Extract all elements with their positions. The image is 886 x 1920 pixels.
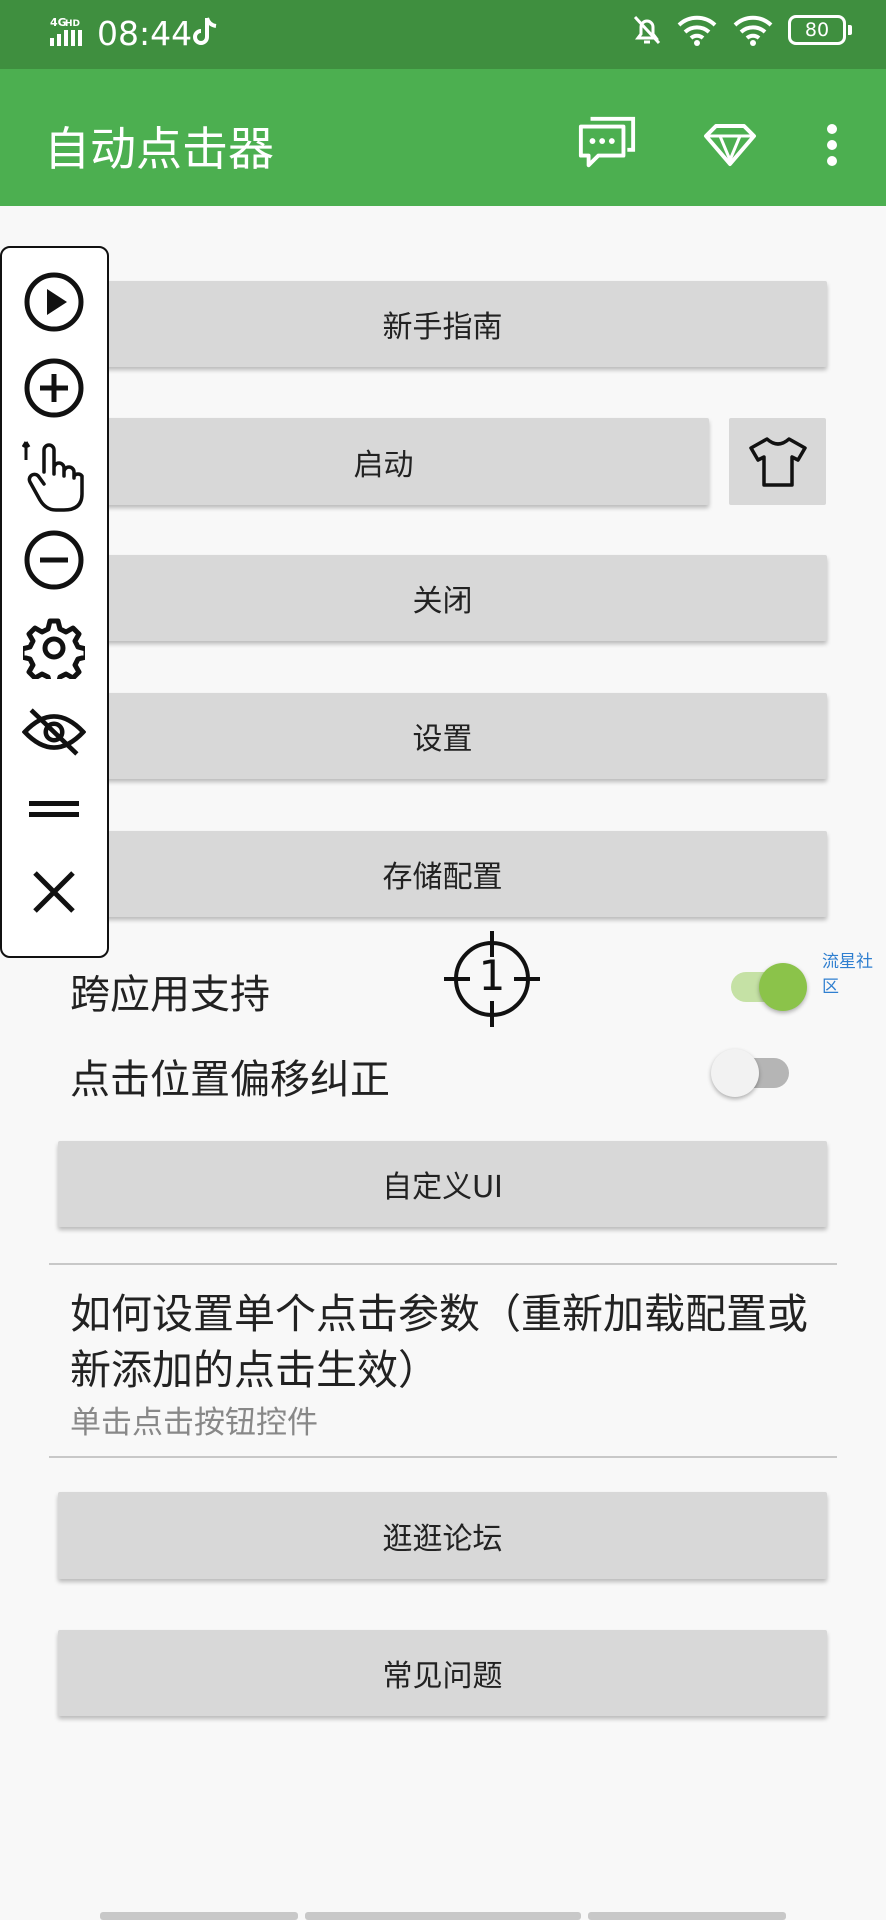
nav-bar-segment [100,1912,298,1920]
app-title: 自动点击器 [44,122,274,176]
info-title[interactable]: 如何设置单个点击参数（重新加载配置或新添加的点击生效） [70,1286,830,1398]
diamond-icon[interactable] [700,115,760,175]
floating-control-panel[interactable] [0,246,109,958]
svg-text:HD: HD [65,19,80,29]
overlay-tag: 流星社区 [822,952,873,997]
save-config-button[interactable]: 存储配置 [58,831,827,917]
close-icon[interactable] [22,860,86,924]
bell-off-icon [633,15,661,45]
info-subtitle: 单击点击按钮控件 [70,1405,318,1441]
settings-button[interactable]: 设置 [58,693,827,779]
theme-button[interactable] [729,418,826,505]
drag-handle-icon[interactable] [22,778,86,842]
status-time: 08:44 [97,14,193,53]
more-vert-icon[interactable] [802,115,862,175]
offset-fix-label: 点击位置偏移纠正 [70,1057,390,1103]
forum-button[interactable]: 逛逛论坛 [58,1492,827,1579]
gear-icon[interactable] [22,616,86,680]
tiktok-icon [193,17,217,45]
divider [49,1263,837,1265]
wifi-icon [677,15,717,46]
target-number: 1 [478,951,506,1000]
signal-icon: 4G HD [50,16,82,46]
remove-icon[interactable] [22,528,86,592]
nav-bar-segment [305,1912,581,1920]
close-button[interactable]: 关闭 [58,555,827,641]
add-icon[interactable] [22,356,86,420]
custom-ui-button[interactable]: 自定义UI [58,1141,827,1227]
offset-fix-switch[interactable] [711,1049,789,1097]
start-button[interactable]: 启动 [58,418,709,505]
cross-app-label: 跨应用支持 [70,972,270,1018]
faq-button[interactable]: 常见问题 [58,1630,827,1716]
guide-button[interactable]: 新手指南 [58,281,827,367]
cross-app-switch[interactable] [731,963,807,1011]
wifi-icon [733,15,773,46]
shirt-icon [748,436,807,487]
status-bar: 4G HD 08:44 80 [0,0,886,69]
switch-knob [711,1049,759,1097]
app-bar: 自动点击器 [0,69,886,206]
battery-icon: 80 [788,15,852,45]
eye-off-icon[interactable] [22,700,86,764]
tap-gesture-icon[interactable] [22,438,86,514]
switch-knob [759,963,807,1011]
chat-icon[interactable] [577,113,637,173]
click-target-1[interactable]: 1 [444,931,540,1027]
divider [49,1456,837,1458]
play-icon[interactable] [22,270,86,334]
nav-bar-segment [588,1912,786,1920]
